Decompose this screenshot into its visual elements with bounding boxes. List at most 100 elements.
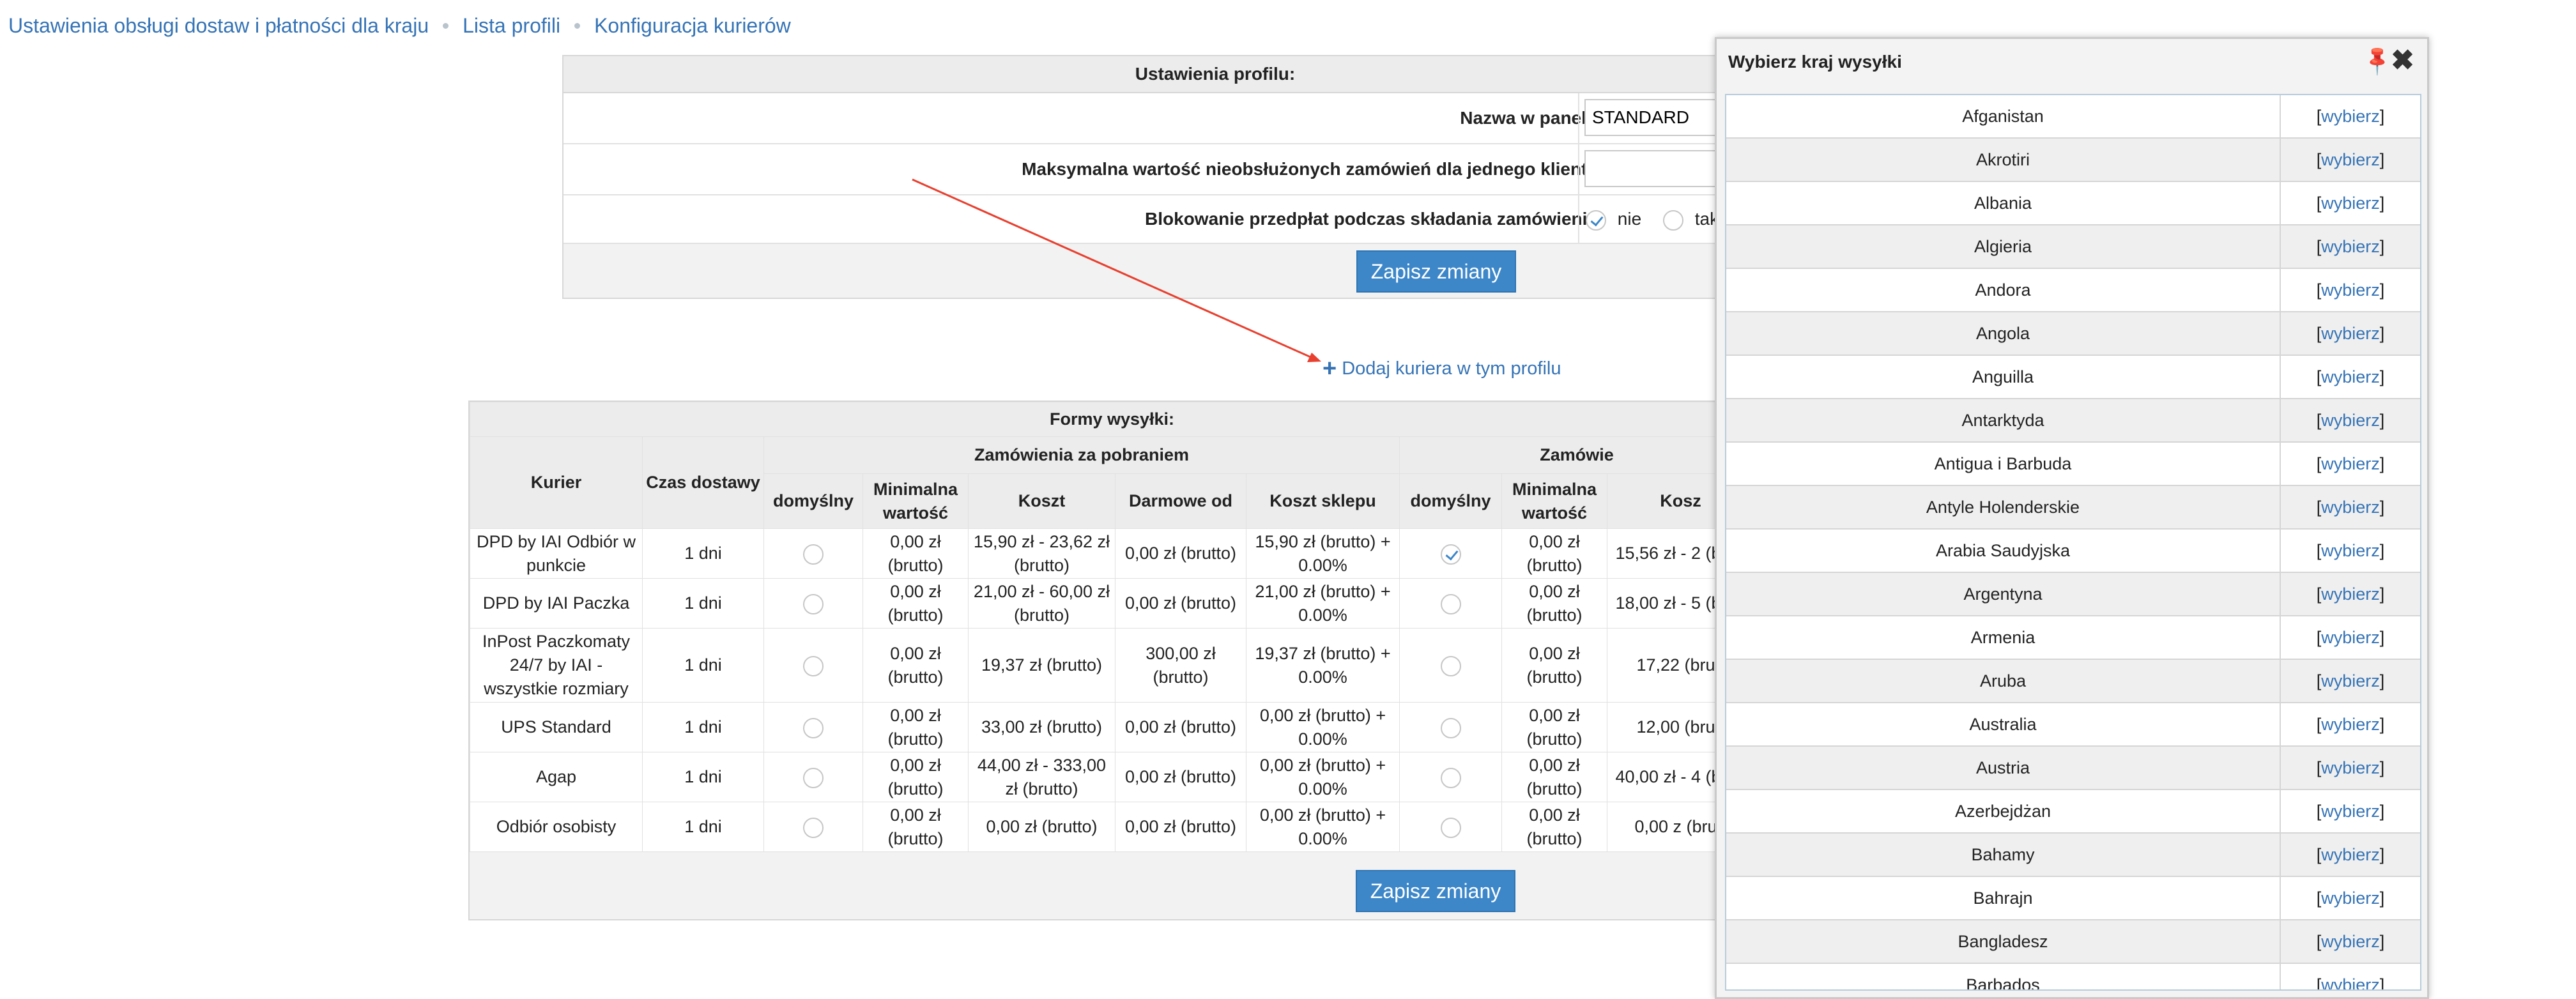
cell-cod-free: 0,00 zł (brutto) xyxy=(1115,752,1246,802)
radio-block-no[interactable] xyxy=(1586,210,1606,231)
save-profile-button[interactable]: Zapisz zmiany xyxy=(1356,250,1516,293)
radio-cod-default[interactable] xyxy=(803,544,824,565)
cell-pre-min: 0,00 zł (brutto) xyxy=(1501,752,1607,802)
choose-country-link[interactable]: wybierz xyxy=(2321,845,2380,864)
add-courier-link[interactable]: + Dodaj kuriera w tym profilu xyxy=(1322,355,1561,383)
choose-country-link[interactable]: wybierz xyxy=(2321,758,2380,777)
choose-country-link[interactable]: wybierz xyxy=(2321,280,2380,300)
list-item: Albania [wybierz] xyxy=(1726,182,2420,225)
cell-cod-min: 0,00 zł (brutto) xyxy=(862,802,969,852)
choose-country-link[interactable]: wybierz xyxy=(2321,975,2380,989)
shipping-table-body: DPD by IAI Odbiór w punkcie 1 dni 0,00 zł … xyxy=(470,528,1754,852)
radio-cod-default[interactable] xyxy=(803,655,824,676)
cell-cod-cost: 33,00 zł (brutto) xyxy=(968,702,1116,752)
country-name: Angola xyxy=(1726,312,2281,355)
choose-country-link[interactable]: wybierz xyxy=(2321,715,2380,734)
breadcrumb-item-country-settings[interactable]: Ustawienia obsługi dostaw i płatności dl… xyxy=(8,14,429,38)
cell-cod-default xyxy=(763,702,863,752)
radio-cod-default[interactable] xyxy=(803,767,824,788)
radio-prepaid-default[interactable] xyxy=(1440,593,1461,614)
radio-cod-default[interactable] xyxy=(803,593,824,614)
block-prepayments-options: nie tak xyxy=(1586,195,1719,243)
bracket: ] xyxy=(2379,498,2385,517)
profile-name-row: Nazwa w panelu xyxy=(564,93,1867,144)
country-name: Akrotiri xyxy=(1726,139,2281,181)
choose-country-link[interactable]: wybierz xyxy=(2321,324,2380,343)
choose-country-link[interactable]: wybierz xyxy=(2321,237,2380,256)
choose-country-link[interactable]: wybierz xyxy=(2321,671,2380,690)
bracket: ] xyxy=(2379,671,2385,690)
choose-country-cell: [wybierz] xyxy=(2281,95,2420,137)
choose-country-cell: [wybierz] xyxy=(2281,964,2420,989)
cell-cod-min: 0,00 zł (brutto) xyxy=(862,578,969,629)
choose-country-link[interactable]: wybierz xyxy=(2321,367,2380,386)
choose-country-link[interactable]: wybierz xyxy=(2321,932,2380,951)
choose-country-cell: [wybierz] xyxy=(2281,877,2420,919)
choose-country-link[interactable]: wybierz xyxy=(2321,194,2380,213)
radio-prepaid-default[interactable] xyxy=(1440,655,1461,676)
choose-country-cell: [wybierz] xyxy=(2281,790,2420,832)
list-item: Akrotiri [wybierz] xyxy=(1726,139,2420,182)
shipping-header-row: Formy wysyłki: xyxy=(470,402,1754,437)
col-cod-shop-cost: Koszt sklepu xyxy=(1246,473,1400,529)
radio-prepaid-default[interactable] xyxy=(1440,717,1461,738)
country-name: Armenia xyxy=(1726,616,2281,659)
col-cod-min-value: Minimalna wartość xyxy=(862,473,969,529)
breadcrumb-separator xyxy=(574,23,581,29)
cell-cod-free: 300,00 zł (brutto) xyxy=(1115,628,1246,703)
choose-country-link[interactable]: wybierz xyxy=(2321,454,2380,473)
breadcrumb-item-profile-list[interactable]: Lista profili xyxy=(463,14,560,38)
table-row: UPS Standard 1 dni 0,00 zł (brutto) 33,00 z… xyxy=(470,702,1754,752)
group-prepaid: Zamówie xyxy=(1399,436,1754,474)
radio-prepaid-default[interactable] xyxy=(1440,817,1461,838)
breadcrumb-item-courier-config[interactable]: Konfiguracja kurierów xyxy=(594,14,791,38)
country-name: Aruba xyxy=(1726,660,2281,702)
cell-pre-min: 0,00 zł (brutto) xyxy=(1501,528,1607,579)
pin-icon[interactable]: 📌 xyxy=(2360,42,2395,77)
max-orders-cell xyxy=(1578,144,1866,194)
choose-country-link[interactable]: wybierz xyxy=(2321,411,2380,430)
bracket: ] xyxy=(2379,628,2385,647)
choose-country-link[interactable]: wybierz xyxy=(2321,498,2380,517)
choose-country-cell: [wybierz] xyxy=(2281,443,2420,485)
choose-country-link[interactable]: wybierz xyxy=(2321,107,2380,126)
shipping-forms-table: Formy wysyłki: Kurier Czas dostawy Zamów… xyxy=(470,402,1754,852)
choose-country-link[interactable]: wybierz xyxy=(2321,628,2380,647)
close-icon[interactable]: ✖ xyxy=(2391,44,2414,77)
country-name: Antyle Holenderskie xyxy=(1726,486,2281,528)
save-shipping-button[interactable]: Zapisz zmiany xyxy=(1356,870,1515,912)
bracket: ] xyxy=(2379,932,2385,951)
radio-cod-default[interactable] xyxy=(803,817,824,838)
cell-pre-default xyxy=(1399,578,1502,629)
shipping-forms-panel: Formy wysyłki: Kurier Czas dostawy Zamów… xyxy=(468,400,1876,920)
choose-country-link[interactable]: wybierz xyxy=(2321,888,2380,908)
col-pre-default: domyślny xyxy=(1399,473,1502,529)
table-row: InPost Paczkomaty 24/7 by IAI - wszystki… xyxy=(470,628,1754,703)
radio-prepaid-default[interactable] xyxy=(1440,544,1461,565)
bracket: ] xyxy=(2379,150,2385,169)
radio-cod-default[interactable] xyxy=(803,717,824,738)
cell-cod-shop: 21,00 zł (brutto) + 0.00% xyxy=(1246,578,1400,629)
bracket: ] xyxy=(2379,758,2385,777)
radio-block-yes[interactable] xyxy=(1662,210,1683,231)
plus-icon: + xyxy=(1322,355,1337,382)
choose-country-cell: [wybierz] xyxy=(2281,660,2420,702)
choose-country-link[interactable]: wybierz xyxy=(2321,584,2380,604)
country-name: Argentyna xyxy=(1726,573,2281,615)
country-name: Andora xyxy=(1726,269,2281,311)
dialog-title: Wybierz kraj wysyłki xyxy=(1728,52,1902,72)
shipping-forms-header: Formy wysyłki: xyxy=(470,402,1754,437)
choose-country-link[interactable]: wybierz xyxy=(2321,150,2380,169)
choose-country-link[interactable]: wybierz xyxy=(2321,541,2380,560)
bracket: ] xyxy=(2379,715,2385,734)
bracket: ] xyxy=(2379,454,2385,473)
choose-country-cell: [wybierz] xyxy=(2281,703,2420,745)
choose-country-cell: [wybierz] xyxy=(2281,573,2420,615)
cell-cod-cost: 19,37 zł (brutto) xyxy=(968,628,1116,703)
choose-country-link[interactable]: wybierz xyxy=(2321,802,2380,821)
cell-delivery-time: 1 dni xyxy=(642,752,764,802)
bracket: ] xyxy=(2379,280,2385,300)
radio-prepaid-default[interactable] xyxy=(1440,767,1461,788)
cell-cod-cost: 44,00 zł - 333,00 zł (brutto) xyxy=(968,752,1116,802)
cell-cod-cost: 0,00 zł (brutto) xyxy=(968,802,1116,852)
